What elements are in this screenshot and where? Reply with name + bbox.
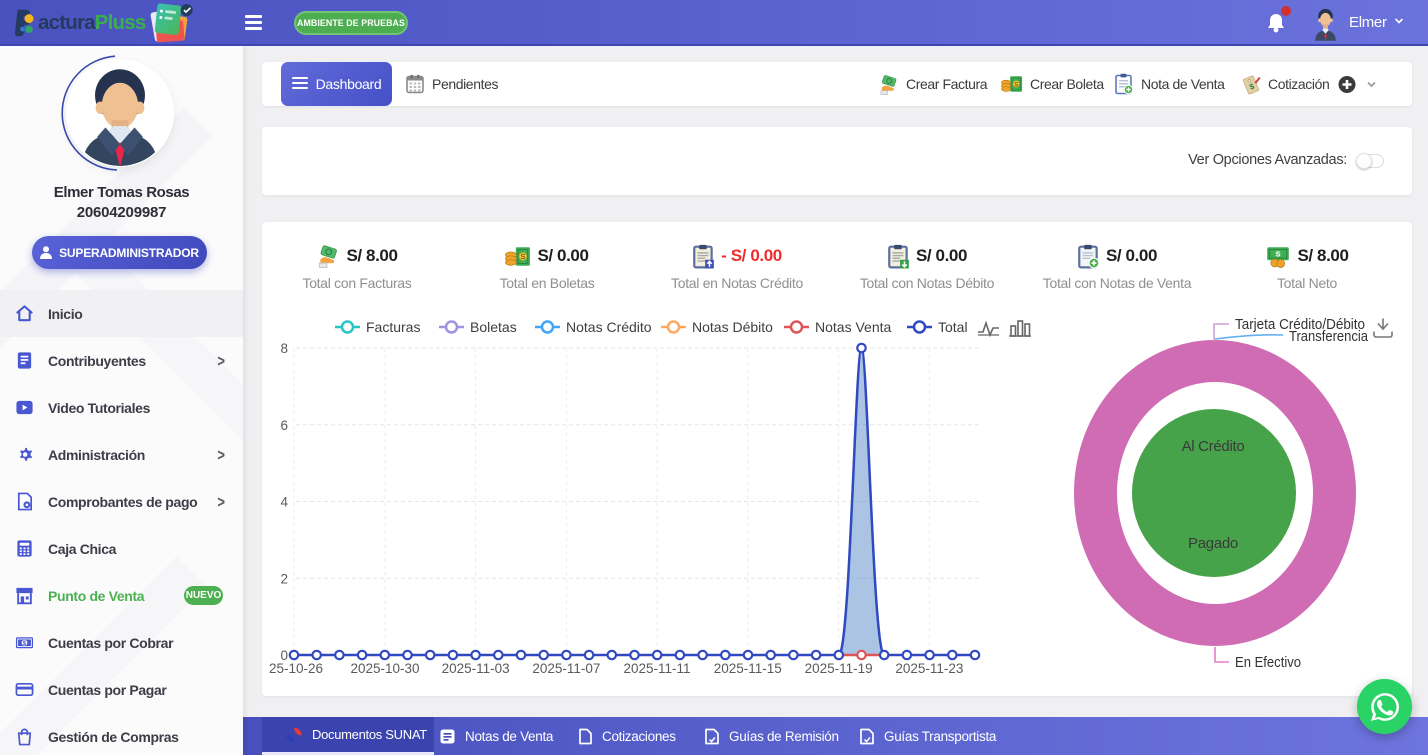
svg-text:$: $ (23, 640, 27, 647)
svg-text:Notas Débito: Notas Débito (692, 319, 773, 335)
svg-text:En Efectivo: En Efectivo (1235, 655, 1301, 671)
svg-text:6: 6 (280, 418, 288, 433)
svg-text:2025-11-15: 2025-11-15 (714, 661, 782, 676)
svg-text:Pagado: Pagado (1188, 535, 1238, 552)
svg-text:Total: Total (938, 319, 968, 335)
svg-text:8: 8 (280, 341, 288, 356)
svg-text:2025-11-19: 2025-11-19 (805, 661, 873, 676)
svg-text:Al Crédito: Al Crédito (1182, 438, 1245, 455)
svg-text:S: S (1276, 251, 1281, 258)
svg-text:2025-11-07: 2025-11-07 (532, 661, 600, 676)
svg-text:Notas Venta: Notas Venta (815, 319, 891, 335)
svg-text:2025-10-30: 2025-10-30 (350, 661, 419, 676)
svg-text:Transferencia: Transferencia (1289, 329, 1369, 345)
svg-text:Notas Crédito: Notas Crédito (566, 319, 652, 335)
svg-text:Boletas: Boletas (470, 319, 517, 335)
svg-text:25-10-26: 25-10-26 (269, 661, 323, 676)
svg-text:2025-11-23: 2025-11-23 (895, 661, 963, 676)
svg-text:2025-11-11: 2025-11-11 (623, 661, 690, 676)
svg-text:4: 4 (280, 495, 288, 510)
svg-text:2025-11-03: 2025-11-03 (442, 661, 510, 676)
svg-text:2: 2 (280, 571, 288, 586)
svg-text:S: S (521, 252, 526, 261)
svg-text:Facturas: Facturas (366, 319, 420, 335)
